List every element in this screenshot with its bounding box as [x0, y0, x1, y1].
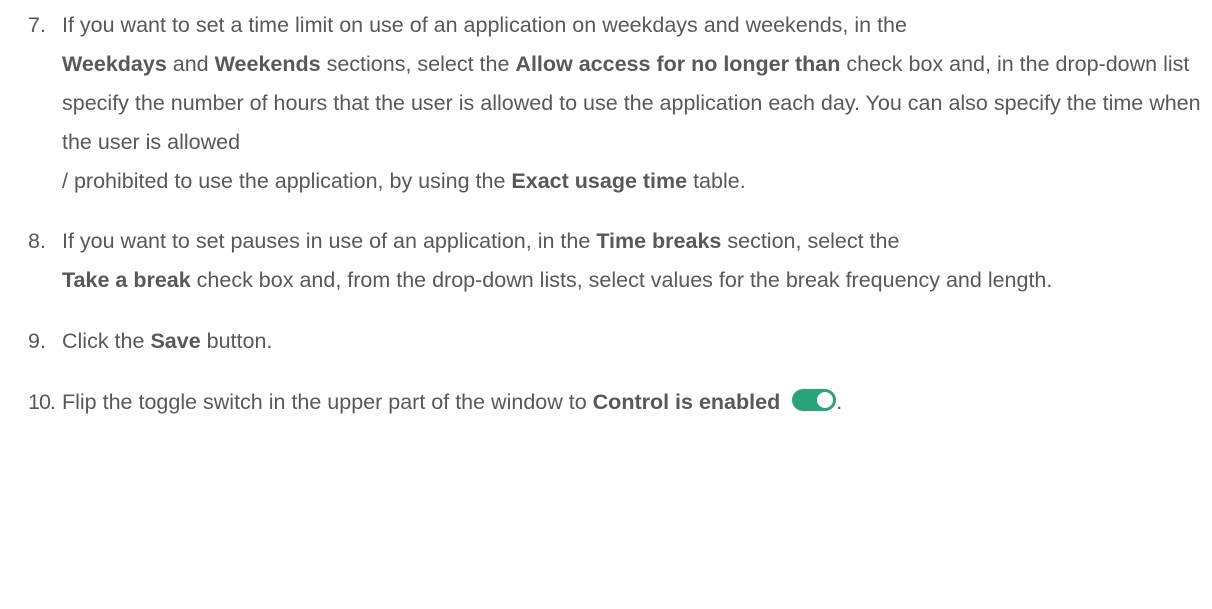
step-text: Flip the toggle switch in the upper part…	[62, 389, 843, 414]
step-text: If you want to set a time limit on use o…	[62, 13, 1201, 193]
step-number: 7.	[28, 13, 46, 37]
term-weekends: Weekends	[214, 52, 321, 76]
term-allow-access: Allow access for no longer than	[515, 52, 841, 76]
step-number: 9.	[28, 329, 46, 353]
term-take-a-break: Take a break	[62, 268, 191, 292]
step-text: If you want to set pauses in use of an a…	[62, 229, 1053, 292]
step-text: Click the Save button.	[62, 329, 273, 353]
instruction-steps: 7. If you want to set a time limit on us…	[28, 0, 1208, 422]
step-number: 10.	[28, 390, 56, 414]
step-9: 9. Click the Save button.	[28, 322, 1208, 361]
term-control-is-enabled: Control is enabled	[592, 390, 781, 414]
term-exact-usage-time: Exact usage time	[511, 169, 688, 193]
term-weekdays: Weekdays	[62, 52, 167, 76]
toggle-knob	[817, 392, 834, 408]
step-7: 7. If you want to set a time limit on us…	[28, 6, 1208, 201]
step-number: 8.	[28, 229, 46, 253]
term-save: Save	[150, 329, 201, 353]
toggle-switch-icon	[792, 389, 837, 411]
term-time-breaks: Time breaks	[596, 229, 722, 253]
step-8: 8. If you want to set pauses in use of a…	[28, 222, 1208, 300]
step-10: 10. Flip the toggle switch in the upper …	[28, 383, 1208, 422]
